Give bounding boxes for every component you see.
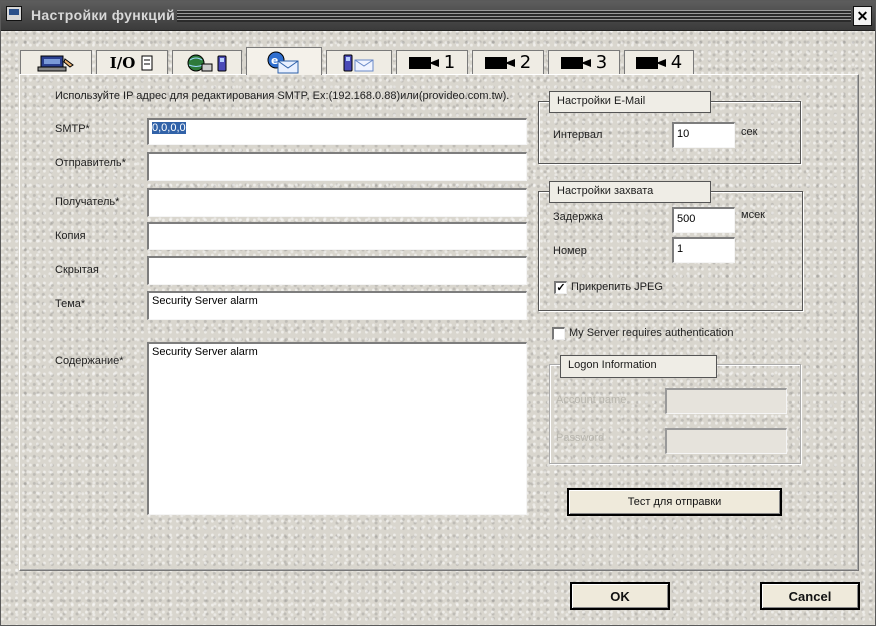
camera-icon	[484, 56, 515, 69]
close-button[interactable]: ✕	[853, 6, 872, 26]
attach-jpeg-checkbox[interactable]: ✓	[554, 281, 567, 294]
tab-camera-1[interactable]: 1	[396, 50, 468, 74]
cancel-button[interactable]: Cancel	[760, 582, 860, 610]
delay-label: Задержка	[553, 211, 603, 223]
tab-sms[interactable]	[326, 50, 392, 74]
body-textarea[interactable]: Security Server alarm	[147, 342, 527, 515]
interval-label: Интервал	[553, 129, 603, 141]
password-field[interactable]	[665, 428, 787, 454]
interval-field[interactable]: 10	[672, 122, 735, 148]
settings-window: Настройки функций ✕ I/O e 1 2 3 4 Исполь…	[0, 0, 876, 626]
network-config-icon	[37, 55, 74, 71]
smtp-value: 0,0,0,0	[152, 122, 186, 134]
tab-remote[interactable]	[172, 50, 242, 74]
logon-info-title: Logon Information	[560, 355, 717, 378]
tab-camera-label: 2	[519, 52, 532, 73]
app-icon	[6, 6, 22, 21]
window-title: Настройки функций	[31, 7, 175, 23]
capture-settings-title: Настройки захвата	[549, 181, 711, 203]
tab-network[interactable]	[20, 50, 92, 74]
number-field[interactable]: 1	[672, 237, 735, 263]
interval-unit: сек	[741, 126, 758, 138]
account-name-label: Account name	[556, 394, 627, 406]
tab-camera-label: 4	[670, 52, 683, 73]
smtp-hint: Используйте IP адрес для редактирования …	[55, 90, 510, 102]
test-send-button[interactable]: Тест для отправки	[567, 488, 782, 516]
body-label: Содержание*	[55, 355, 124, 367]
bcc-label: Скрытая	[55, 264, 99, 276]
globe-phone-icon	[187, 54, 227, 71]
cc-field[interactable]	[147, 222, 527, 250]
email-settings-title: Настройки E-Mail	[549, 91, 711, 113]
tab-camera-2[interactable]: 2	[472, 50, 544, 74]
cc-label: Копия	[55, 230, 86, 242]
subject-label: Тема*	[55, 298, 86, 310]
title-bar[interactable]: Настройки функций ✕	[1, 1, 875, 31]
smtp-label: SMTP*	[55, 123, 90, 135]
requires-auth-label: My Server requires authentication	[569, 327, 734, 339]
tab-camera-label: 3	[595, 52, 608, 73]
io-icon: I/O	[109, 53, 136, 72]
camera-icon	[560, 56, 591, 69]
tab-camera-3[interactable]: 3	[548, 50, 620, 74]
password-label: Password	[556, 432, 605, 444]
number-label: Номер	[553, 245, 587, 257]
tab-camera-4[interactable]: 4	[624, 50, 694, 74]
tab-email[interactable]: e	[246, 47, 322, 75]
tab-io[interactable]: I/O	[96, 50, 168, 74]
delay-unit: мсек	[741, 209, 765, 221]
camera-icon	[408, 56, 439, 69]
phone-mail-icon	[343, 54, 374, 71]
recipient-label: Получатель*	[55, 196, 120, 208]
attach-jpeg-label: Прикрепить JPEG	[571, 281, 663, 293]
requires-auth-checkbox[interactable]	[552, 327, 565, 340]
svg-text:e: e	[271, 54, 278, 67]
subject-field[interactable]: Security Server alarm	[147, 291, 527, 320]
sender-field[interactable]	[147, 152, 527, 181]
tab-camera-label: 1	[443, 52, 456, 73]
account-name-field[interactable]	[665, 388, 787, 414]
email-icon: e	[267, 51, 299, 73]
delay-field[interactable]: 500	[672, 207, 735, 233]
sender-label: Отправитель*	[55, 157, 126, 169]
switch-icon	[141, 55, 153, 70]
ok-button[interactable]: OK	[570, 582, 670, 610]
recipient-field[interactable]	[147, 188, 527, 217]
smtp-field[interactable]: 0,0,0,0	[147, 118, 527, 145]
camera-icon	[635, 56, 666, 69]
bcc-field[interactable]	[147, 256, 527, 285]
title-bar-stripes	[177, 10, 851, 22]
